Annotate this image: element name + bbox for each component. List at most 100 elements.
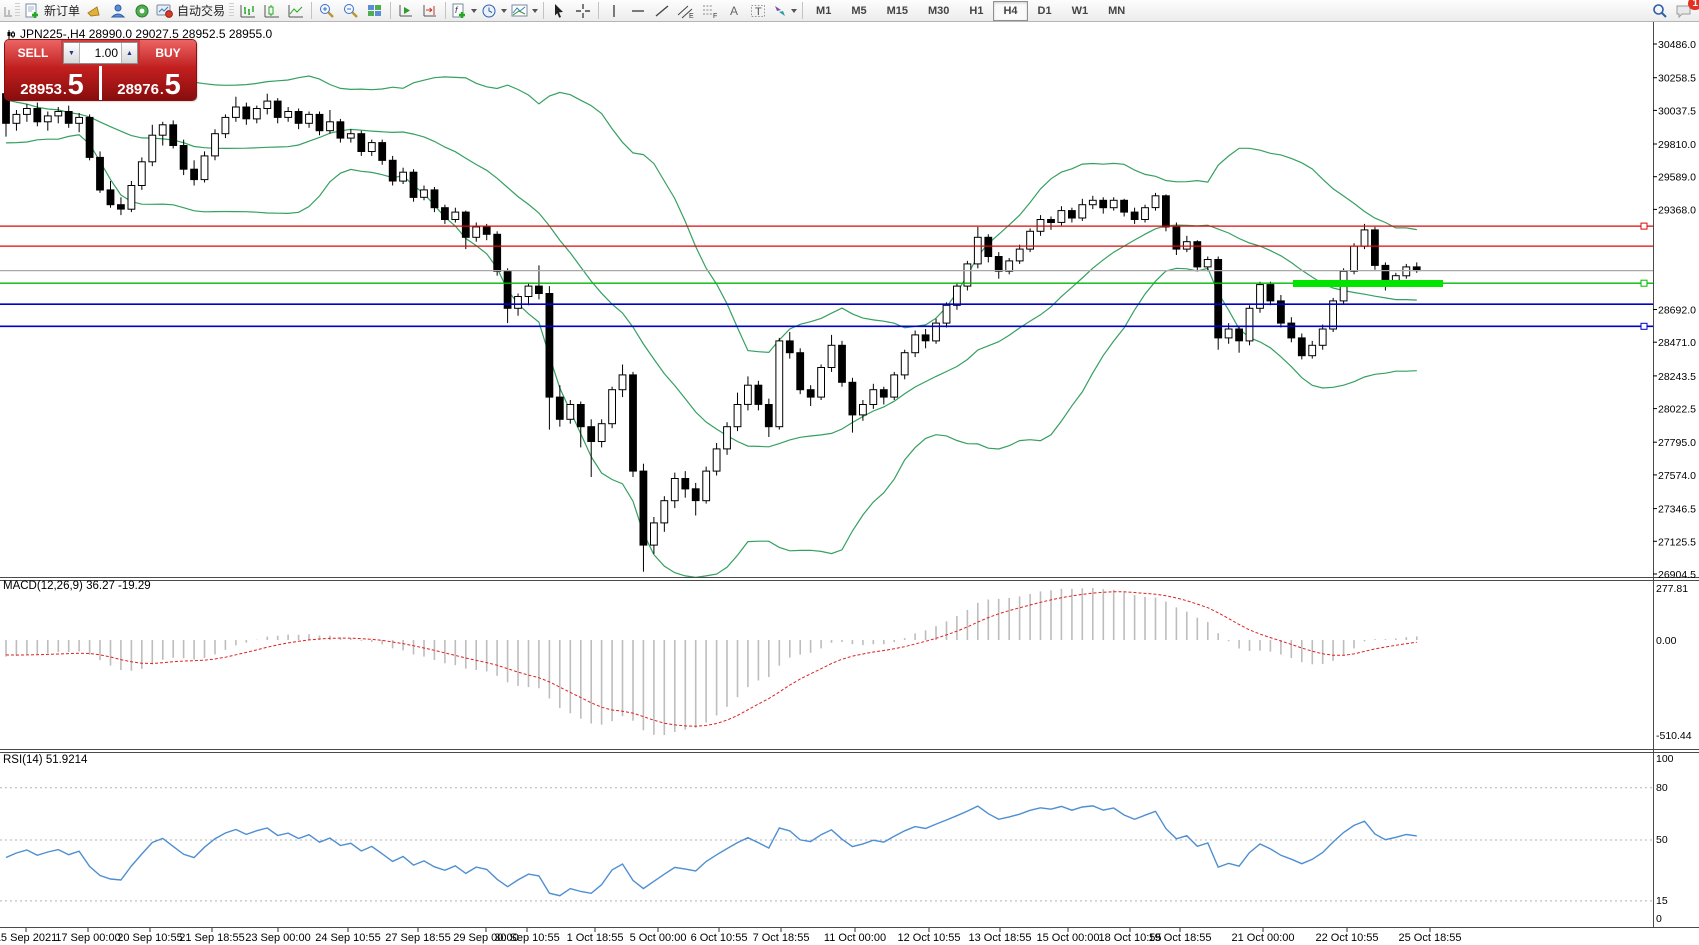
candlestick-chart-button[interactable] [260, 1, 284, 21]
tf-button-w1[interactable]: W1 [1062, 1, 1099, 21]
x-axis-label: 1 Oct 18:55 [567, 932, 624, 944]
buy-price-main: 28976 [117, 82, 159, 97]
candle [891, 375, 898, 397]
tf-button-m15[interactable]: M15 [877, 1, 918, 21]
cursor-tool-button[interactable] [547, 1, 571, 21]
candle [1225, 329, 1232, 338]
dropdown-caret-icon [471, 9, 477, 16]
dropdown-caret-icon [532, 9, 538, 16]
community-button[interactable] [106, 1, 130, 21]
candle [504, 271, 511, 308]
candle [389, 160, 396, 181]
candle [494, 234, 501, 271]
bollinger-lower-band [6, 135, 1417, 578]
candle [546, 294, 553, 398]
highlight-zone-bar[interactable] [1293, 280, 1443, 287]
candle [233, 107, 240, 117]
candle [703, 471, 710, 501]
tf-button-m1[interactable]: M1 [806, 1, 841, 21]
level-handle[interactable] [1641, 280, 1647, 286]
x-axis-label: 21 Sep 18:55 [179, 932, 244, 944]
tf-button-m5[interactable]: M5 [841, 1, 876, 21]
indicators-icon: f [451, 3, 468, 19]
svg-text:T: T [755, 6, 762, 18]
x-axis-label: 12 Oct 10:55 [898, 932, 961, 944]
dropdown-caret-icon [791, 9, 797, 16]
autotrading-label: 自动交易 [177, 2, 225, 19]
fibonacci-tool-button[interactable]: F [698, 1, 722, 21]
chart-shift-button[interactable] [418, 1, 442, 21]
y-axis-label: 27125.5 [1658, 536, 1696, 548]
toolbar-separator [311, 2, 312, 19]
candle [922, 335, 929, 341]
candle [1183, 242, 1190, 249]
crosshair-icon [575, 3, 591, 19]
trendline-tool-button[interactable] [650, 1, 674, 21]
user-icon [110, 3, 127, 19]
periods-button[interactable] [479, 1, 509, 21]
candle [316, 114, 323, 130]
text-label-tool-button[interactable]: T [746, 1, 770, 21]
line-chart-button[interactable] [284, 1, 308, 21]
zoom-in-button[interactable] [315, 1, 339, 21]
candle [734, 405, 741, 427]
tf-button-m30[interactable]: M30 [918, 1, 959, 21]
candle [515, 297, 522, 309]
candle [912, 335, 919, 353]
templates-button[interactable] [509, 1, 540, 21]
buy-price-button[interactable]: 28976.5 [102, 66, 196, 100]
candle [44, 116, 51, 122]
search-button[interactable] [1648, 1, 1672, 21]
x-axis-label: 19 Oct 18:55 [1149, 932, 1212, 944]
crosshair-tool-button[interactable] [571, 1, 595, 21]
sell-price-button[interactable]: 28953.5 [5, 66, 99, 100]
text-tool-button[interactable]: A [722, 1, 746, 21]
signals-button[interactable] [130, 1, 154, 21]
candle [525, 286, 532, 296]
rsi-axis-label: 80 [1656, 782, 1668, 794]
horizontal-line-icon [630, 3, 646, 19]
main-toolbar: 新订单 自动交易 [0, 0, 1699, 22]
tf-button-d1[interactable]: D1 [1028, 1, 1062, 21]
new-order-button[interactable]: 新订单 [22, 1, 82, 21]
candle [995, 257, 1002, 272]
zoom-out-button[interactable] [339, 1, 363, 21]
arrows-tool-button[interactable] [770, 1, 799, 21]
mt4-window: 30486.030258.530037.529810.029589.029368… [0, 0, 1699, 945]
tile-windows-button[interactable] [363, 1, 387, 21]
chart-canvas[interactable]: 30486.030258.530037.529810.029589.029368… [0, 0, 1699, 945]
y-axis-label: 27574.0 [1658, 470, 1696, 482]
candle [1131, 212, 1138, 219]
auto-scroll-icon [397, 3, 415, 19]
indicators-button[interactable]: f [449, 1, 479, 21]
horizontal-line-tool-button[interactable] [626, 1, 650, 21]
svg-text:F: F [713, 13, 717, 19]
vertical-line-tool-button[interactable] [602, 1, 626, 21]
volume-up-button[interactable]: ▲ [121, 43, 137, 63]
publish-button[interactable] [82, 1, 106, 21]
level-handle[interactable] [1641, 323, 1647, 329]
candle [1100, 200, 1107, 207]
sell-button[interactable]: SELL [5, 40, 61, 66]
channel-tool-button[interactable]: E [674, 1, 698, 21]
candle [1204, 260, 1211, 267]
bar-chart-button[interactable] [236, 1, 260, 21]
text-a-icon: A [727, 3, 741, 19]
volume-input[interactable]: 1.00 [80, 43, 121, 63]
candle [818, 368, 825, 398]
buy-button[interactable]: BUY [140, 40, 196, 66]
notifications-button[interactable]: 1 [1672, 1, 1696, 21]
tf-button-mn[interactable]: MN [1098, 1, 1135, 21]
candle [671, 479, 678, 501]
level-handle[interactable] [1641, 223, 1647, 229]
macd-axis-label: -510.44 [1656, 730, 1692, 742]
volume-down-button[interactable]: ▼ [64, 43, 80, 63]
auto-scroll-button[interactable] [394, 1, 418, 21]
search-icon [1651, 3, 1669, 19]
tf-button-h4[interactable]: H4 [993, 1, 1027, 21]
tf-button-h1[interactable]: H1 [959, 1, 993, 21]
autotrading-button[interactable]: 自动交易 [154, 1, 227, 21]
bar-chart-icon [239, 3, 257, 19]
channel-icon: E [677, 3, 695, 19]
candle [473, 227, 480, 237]
